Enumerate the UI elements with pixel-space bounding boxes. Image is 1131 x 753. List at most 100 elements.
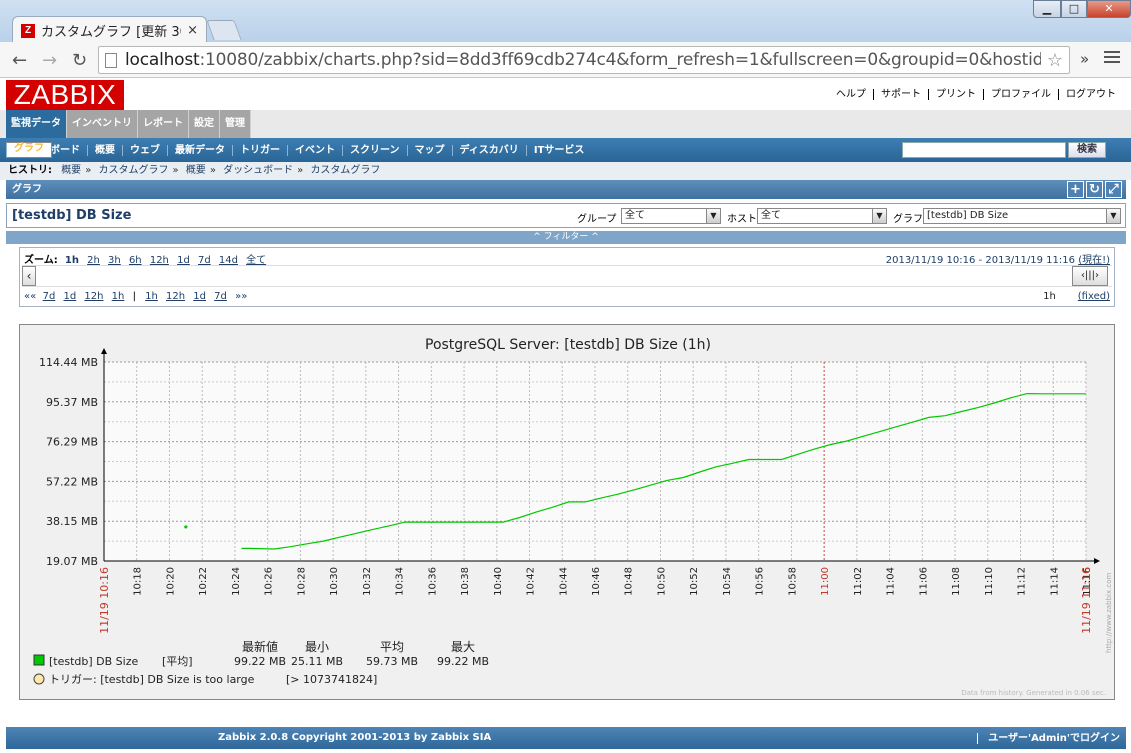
filter-toggle[interactable]: ^ フィルター ^ [6, 231, 1126, 244]
legend-header: 最新値 [242, 639, 278, 654]
x-tick-label: 10:24 [231, 567, 242, 596]
profile-link[interactable]: プロファイル [983, 89, 1058, 100]
main-menu-configuration[interactable]: 設定 [189, 110, 220, 138]
submenu-triggers[interactable]: トリガー [232, 144, 287, 156]
print-link[interactable]: プリント [928, 89, 983, 100]
main-menu-monitoring[interactable]: 監視データ [6, 110, 67, 138]
nav-back-1h[interactable]: 1h [112, 291, 125, 302]
add-favourite-icon[interactable]: + [1067, 181, 1084, 198]
scroll-left-arrow-icon[interactable]: ‹ [22, 266, 36, 286]
x-tick-label: 11:06 [918, 567, 929, 596]
generated-text: Data from history. Generated in 0.06 sec… [961, 689, 1106, 697]
copyright-text: Zabbix 2.0.8 Copyright 2001-2013 by Zabb… [218, 732, 492, 743]
y-tick-label: 19.07 MB [46, 555, 98, 568]
window-close-button[interactable]: ✕ [1087, 0, 1131, 18]
legend-header: 平均 [380, 640, 404, 654]
search-button[interactable]: 検索 [1068, 142, 1106, 158]
chevron-down-icon: ▼ [1106, 209, 1120, 223]
bookmark-star-icon[interactable]: ☆ [1041, 50, 1069, 71]
new-tab-button[interactable] [206, 20, 242, 40]
group-label: グループ [577, 214, 617, 225]
extensions-chevron-icon[interactable]: » [1080, 50, 1089, 68]
x-tick-label: 10:20 [165, 567, 176, 596]
x-tick-label: 11:10 [984, 567, 995, 596]
x-tick-label: 10:34 [395, 567, 406, 596]
data-point [184, 525, 188, 529]
nav-back-12h[interactable]: 12h [84, 291, 103, 302]
x-tick-label: 11:14 [1049, 567, 1060, 596]
main-menu-reports[interactable]: レポート [138, 110, 189, 138]
breadcrumb-item[interactable]: 概要 [61, 165, 81, 176]
x-tick-label: 10:48 [624, 567, 635, 596]
page-title: [testdb] DB Size [12, 208, 132, 223]
x-tick-label: 10:28 [296, 567, 307, 596]
zabbix-header: ZABBIX ヘルプ サポート プリント プロファイル ログアウト [0, 78, 1131, 110]
nav-back-7d[interactable]: 7d [43, 291, 56, 302]
url-text: localhost:10080/zabbix/charts.php?sid=8d… [125, 50, 1041, 70]
refresh-icon[interactable]: ↻ [1086, 181, 1103, 198]
browser-toolbar: ← → ↻ localhost:10080/zabbix/charts.php?… [0, 42, 1131, 78]
nav-back-1d[interactable]: 1d [64, 291, 77, 302]
search-input[interactable] [902, 142, 1066, 158]
minimize-button[interactable]: ▁ [1033, 0, 1061, 18]
main-menu-administration[interactable]: 管理 [220, 110, 251, 138]
main-menu-inventory[interactable]: インベントリ [67, 110, 138, 138]
browser-menu-icon[interactable] [1104, 51, 1120, 66]
maximize-button[interactable]: □ [1061, 0, 1087, 18]
legend-item: [testdb] DB Size [49, 655, 138, 668]
forward-arrow-icon[interactable]: → [42, 50, 57, 71]
x-tick-label: 10:26 [264, 567, 275, 596]
nav-fwd-12h[interactable]: 12h [166, 291, 185, 302]
help-link[interactable]: ヘルプ [829, 89, 873, 100]
fullscreen-icon[interactable]: ⤢ [1105, 181, 1122, 198]
scrollbar-track[interactable]: ‹ ‹|||› [22, 265, 1112, 287]
zabbix-logo: ZABBIX [6, 80, 124, 110]
submenu-overview[interactable]: 概要 [87, 144, 122, 156]
chart-grid [101, 348, 1100, 564]
breadcrumb-item[interactable]: ダッシュボード [223, 165, 293, 176]
x-tick-label: 10:32 [362, 567, 373, 596]
group-select[interactable]: 全て ▼ [621, 208, 721, 224]
logout-link[interactable]: ログアウト [1058, 89, 1123, 100]
address-bar[interactable]: localhost:10080/zabbix/charts.php?sid=8d… [98, 46, 1070, 74]
submenu-screens[interactable]: スクリーン [342, 144, 407, 156]
nav-back-all[interactable]: «« [24, 291, 36, 302]
page-icon [105, 52, 117, 68]
x-tick-label: 10:54 [722, 567, 733, 596]
graph-select[interactable]: [testdb] DB Size ▼ [923, 208, 1121, 224]
scrollbar-handle[interactable]: ‹|||› [1072, 266, 1108, 286]
nav-fwd-all[interactable]: »» [235, 291, 247, 302]
submenu-maps[interactable]: マップ [406, 144, 452, 156]
breadcrumb-item[interactable]: カスタムグラフ [99, 165, 169, 176]
browser-tab[interactable]: Z カスタムグラフ [更新 30 × [12, 16, 207, 44]
support-link[interactable]: サポート [873, 89, 928, 100]
trigger-text: トリガー: [testdb] DB Size is too large [49, 673, 255, 686]
nav-fwd-1h[interactable]: 1h [145, 291, 158, 302]
submenu-events[interactable]: イベント [287, 144, 342, 156]
submenu-latest-data[interactable]: 最新データ [167, 144, 232, 156]
submenu-graphs[interactable]: グラフ [6, 142, 52, 158]
period-display: 2013/11/19 10:16 - 2013/11/19 11:16 (現在!… [885, 255, 1110, 266]
zoom-row: ズーム: 1h 2h 3h 6h 12h 1d 7d 14d 全て [24, 251, 271, 266]
fixed-toggle[interactable]: (fixed) [1078, 291, 1110, 302]
host-select[interactable]: 全て ▼ [757, 208, 887, 224]
nav-fwd-7d[interactable]: 7d [214, 291, 227, 302]
login-status: ユーザー'Admin'でログイン [977, 733, 1120, 744]
submenu-it-services[interactable]: ITサービス [525, 144, 592, 156]
breadcrumb-item[interactable]: 概要 [186, 165, 206, 176]
nav-fwd-1d[interactable]: 1d [193, 291, 206, 302]
reload-icon[interactable]: ↻ [72, 50, 87, 71]
submenu-discovery[interactable]: ディスカバリ [451, 144, 526, 156]
y-tick-label: 95.37 MB [46, 396, 98, 409]
browser-titlebar: Z カスタムグラフ [更新 30 × ▁ □ ✕ [0, 0, 1131, 44]
submenu-web[interactable]: ウェブ [122, 144, 167, 156]
chevron-down-icon: ▼ [872, 209, 886, 223]
graph-header: [testdb] DB Size グループ 全て ▼ ホスト 全て ▼ グラフ [t… [6, 203, 1126, 228]
breadcrumb-item[interactable]: カスタムグラフ [310, 165, 380, 176]
tab-close-icon[interactable]: × [187, 23, 198, 38]
graph-label: グラフ [893, 214, 923, 225]
x-axis: 11/19 10:16 10:18 10:20 10:22 10:24 10:26 10:2… [98, 567, 1093, 634]
back-arrow-icon[interactable]: ← [12, 50, 27, 71]
graph-image: PostgreSQL Server: [testdb] DB Size (1h)… [19, 324, 1115, 700]
footer: Zabbix 2.0.8 Copyright 2001-2013 by Zabb… [6, 727, 1126, 749]
